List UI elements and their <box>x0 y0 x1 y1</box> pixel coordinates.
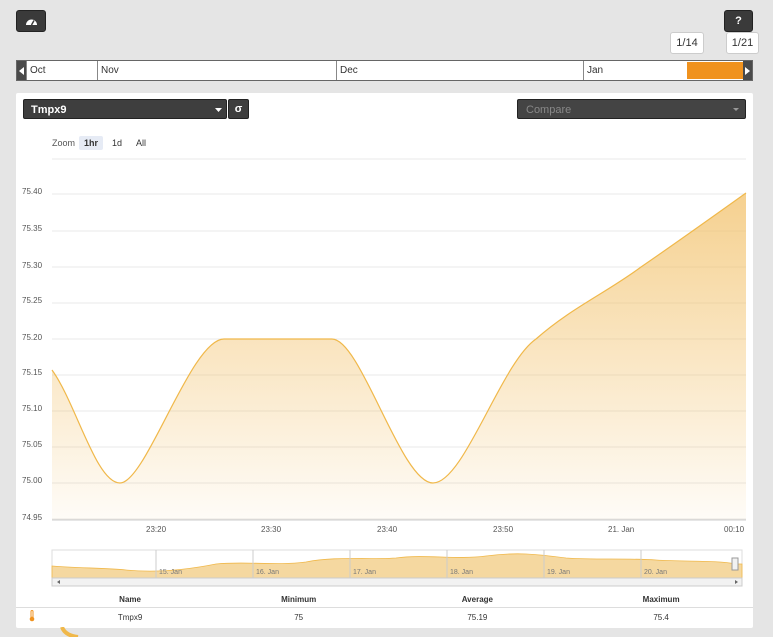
timeline-scroller[interactable]: Oct Nov Dec Jan <box>16 60 753 81</box>
col-maximum: Maximum <box>569 591 753 608</box>
timeline-end-tooltip: 1/21 <box>726 32 759 54</box>
navigator-label: 20. Jan <box>644 569 667 576</box>
dashboard-gauge-icon <box>25 19 37 26</box>
timeline-start-tooltip: 1/14 <box>670 32 704 54</box>
row-minimum: 75 <box>294 612 304 622</box>
col-name: Name <box>48 591 212 608</box>
series-area <box>52 193 746 520</box>
navigator-label: 16. Jan <box>256 569 279 576</box>
col-average: Average <box>385 591 570 608</box>
x-tick-label: 23:30 <box>261 525 282 534</box>
navigator-scrollbar[interactable] <box>51 577 743 587</box>
dropdown-caret-icon <box>215 108 222 112</box>
row-maximum: 75.4 <box>653 612 669 622</box>
zoom-all-button[interactable]: All <box>131 136 151 150</box>
x-tick-label: 23:20 <box>146 525 167 534</box>
main-chart[interactable] <box>16 153 753 533</box>
x-tick-label: 00:10 <box>724 525 745 534</box>
chart-panel: Tmpx9 σ Compare Zoom 1hr 1d All 75.40 75… <box>16 93 753 628</box>
dashboard-button[interactable] <box>16 10 46 32</box>
x-tick-label: 23:40 <box>377 525 398 534</box>
x-tick-label: 21. Jan <box>608 525 635 534</box>
help-button[interactable]: ? <box>724 10 753 32</box>
zoom-label: Zoom <box>52 138 76 148</box>
navigator-label: 15. Jan <box>159 569 182 576</box>
compare-select[interactable]: Compare <box>517 99 746 119</box>
navigator-label: 17. Jan <box>353 569 376 576</box>
series-select-value: Tmpx9 <box>31 104 67 116</box>
stats-table: Name Minimum Average Maximum Tmpx9 75 75… <box>16 591 753 626</box>
timeline-month-dec: Dec <box>336 61 584 80</box>
timeline-left-arrow[interactable] <box>17 61 26 80</box>
x-tick-label: 23:50 <box>493 525 514 534</box>
timeline-right-arrow[interactable] <box>743 61 752 80</box>
navigator-label: 18. Jan <box>450 569 473 576</box>
row-name: Tmpx9 <box>117 612 143 622</box>
dropdown-caret-icon <box>733 108 739 111</box>
sigma-label: σ <box>234 103 243 115</box>
compare-placeholder: Compare <box>526 104 572 116</box>
zoom-controls: Zoom 1hr 1d All <box>52 136 151 150</box>
timeline-range-thumb[interactable] <box>687 62 744 79</box>
stats-header-row: Name Minimum Average Maximum <box>16 591 753 608</box>
series-select[interactable]: Tmpx9 <box>23 99 227 119</box>
navigator-chart[interactable] <box>16 548 753 588</box>
thermometer-icon <box>29 610 35 622</box>
caret-right-icon <box>745 66 750 75</box>
sigma-button[interactable]: σ <box>228 99 249 119</box>
row-average: 75.19 <box>467 612 488 622</box>
zoom-1d-button[interactable]: 1d <box>107 136 127 150</box>
navigator-label: 19. Jan <box>547 569 570 576</box>
timeline-month-nov: Nov <box>97 61 337 80</box>
zoom-1hr-button[interactable]: 1hr <box>79 136 104 150</box>
navigator-handle[interactable] <box>731 557 739 571</box>
timeline-month-oct: Oct <box>26 61 98 80</box>
caret-left-icon <box>19 66 24 75</box>
col-minimum: Minimum <box>211 591 386 608</box>
table-row[interactable]: Tmpx9 75 75.19 75.4 <box>16 608 753 627</box>
